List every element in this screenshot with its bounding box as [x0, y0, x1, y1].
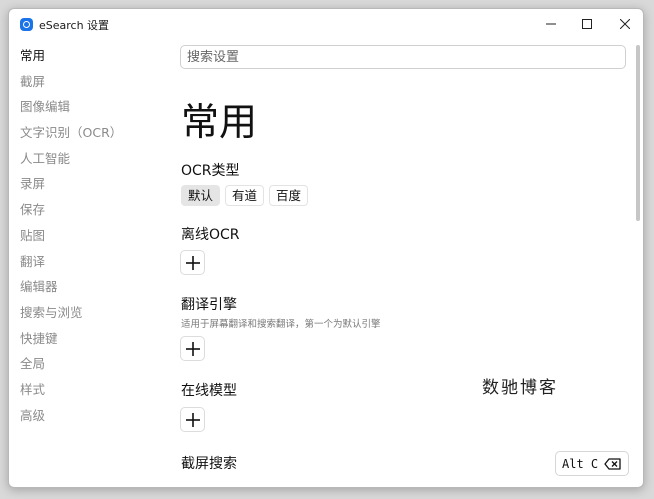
plus-icon [185, 412, 200, 427]
scrollbar-thumb[interactable] [636, 45, 640, 221]
ocr-option-youdao[interactable]: 有道 [225, 185, 265, 206]
online-model-title: 在线模型 [181, 383, 237, 399]
sidebar-item-advanced[interactable]: 高级 [9, 405, 159, 431]
minimize-icon [546, 23, 556, 25]
sidebar-item-ai[interactable]: 人工智能 [9, 148, 159, 174]
esearch-logo-icon [20, 18, 33, 31]
sidebar-item-style[interactable]: 样式 [9, 379, 159, 405]
add-online-model-button[interactable] [180, 407, 205, 432]
ocr-option-baidu[interactable]: 百度 [269, 185, 309, 206]
offline-ocr-title: 离线OCR [181, 227, 240, 243]
sidebar-item-editor[interactable]: 编辑器 [9, 276, 159, 302]
search-input[interactable] [180, 45, 626, 69]
sidebar-item-general[interactable]: 常用 [9, 45, 159, 71]
plus-icon [185, 255, 200, 270]
translate-engine-title: 翻译引擎 [181, 297, 237, 313]
add-translate-engine-button[interactable] [180, 336, 205, 361]
ocr-type-title: OCR类型 [181, 163, 240, 179]
sidebar-item-search-browse[interactable]: 搜索与浏览 [9, 302, 159, 328]
sidebar-item-shortcuts[interactable]: 快捷键 [9, 328, 159, 354]
window-title: eSearch 设置 [39, 19, 110, 32]
sidebar-item-image-edit[interactable]: 图像编辑 [9, 96, 159, 122]
ocr-type-selector: 默认 有道 百度 [181, 185, 309, 206]
shortcut-keys: Alt C [562, 456, 599, 471]
close-button[interactable] [605, 9, 643, 39]
sidebar-item-screenshot[interactable]: 截屏 [9, 71, 159, 97]
shortcut-recorder[interactable]: Alt C [555, 451, 629, 476]
add-offline-ocr-button[interactable] [180, 250, 205, 275]
plus-icon [185, 341, 200, 356]
ocr-option-default[interactable]: 默认 [181, 185, 221, 206]
watermark-text: 数驰博客 [482, 378, 558, 398]
sidebar-item-save[interactable]: 保存 [9, 199, 159, 225]
sidebar-item-ocr[interactable]: 文字识别（OCR） [9, 122, 159, 148]
backspace-clear-icon[interactable] [604, 457, 621, 470]
page-title: 常用 [181, 100, 258, 144]
maximize-icon [582, 19, 592, 29]
sidebar-item-translate[interactable]: 翻译 [9, 251, 159, 277]
sidebar-item-global[interactable]: 全局 [9, 353, 159, 379]
settings-window: eSearch 设置 常用 截屏 图像编辑 文字识别（OCR） 人工智能 录屏 … [8, 8, 644, 488]
screenshot-search-title: 截屏搜索 [181, 456, 237, 472]
title-bar[interactable]: eSearch 设置 [9, 9, 643, 39]
maximize-button[interactable] [567, 9, 607, 39]
translate-engine-description: 适用于屏幕翻译和搜索翻译，第一个为默认引擎 [181, 319, 381, 330]
close-icon [620, 19, 630, 29]
minimize-button[interactable] [531, 9, 571, 39]
sidebar-item-recording[interactable]: 录屏 [9, 173, 159, 199]
sidebar-nav: 常用 截屏 图像编辑 文字识别（OCR） 人工智能 录屏 保存 贴图 翻译 编辑… [9, 45, 159, 430]
sidebar-item-pin[interactable]: 贴图 [9, 225, 159, 251]
